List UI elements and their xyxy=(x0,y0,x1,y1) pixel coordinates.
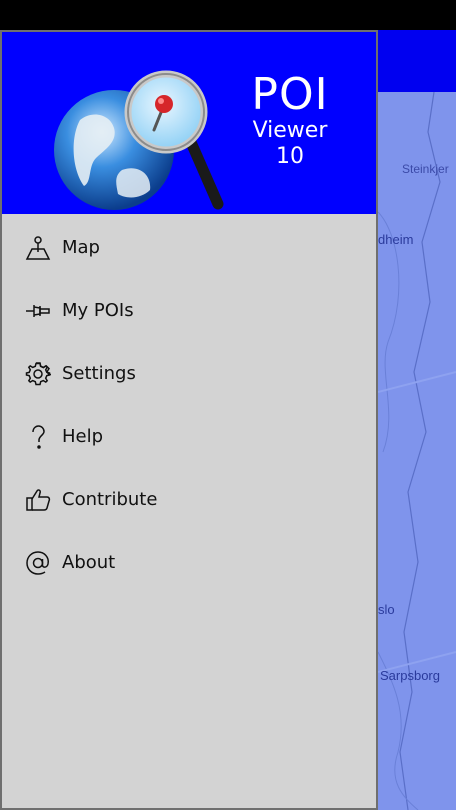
thumbs-up-icon xyxy=(24,486,52,514)
app-title-main: POI xyxy=(251,69,329,120)
map-borders xyxy=(378,92,456,810)
menu-item-label: About xyxy=(62,552,116,573)
map-label-oslo[interactable]: slo xyxy=(378,602,395,617)
menu-item-label: Contribute xyxy=(62,489,158,510)
app-bar xyxy=(378,30,456,92)
map-label-trondheim[interactable]: dheim xyxy=(378,232,413,247)
menu-item-label: My POIs xyxy=(62,300,134,321)
status-bar xyxy=(0,0,456,30)
menu-item-contribute[interactable]: Contribute xyxy=(2,468,376,531)
app-title-line3: 10 xyxy=(276,144,304,169)
menu-item-label: Map xyxy=(62,237,100,258)
app-logo xyxy=(54,70,224,210)
menu-item-my-pois[interactable]: My POIs xyxy=(2,279,376,342)
menu-list: Map My POIs Settings Help Contribute Abo… xyxy=(2,216,376,594)
menu-item-help[interactable]: Help xyxy=(2,405,376,468)
map-label-steinkjer[interactable]: Steinkjer xyxy=(402,162,449,176)
at-icon xyxy=(24,549,52,577)
menu-item-about[interactable]: About xyxy=(2,531,376,594)
menu-item-label: Settings xyxy=(62,363,136,384)
gear-icon xyxy=(24,360,52,388)
menu-item-label: Help xyxy=(62,426,104,447)
menu-item-map[interactable]: Map xyxy=(2,216,376,279)
map-view[interactable]: Steinkjer dheim slo Sarpsborg xyxy=(378,92,456,810)
drawer-header: POI Viewer 10 xyxy=(2,32,376,214)
map-icon xyxy=(24,234,52,262)
menu-item-settings[interactable]: Settings xyxy=(2,342,376,405)
question-icon xyxy=(24,423,52,451)
app-title: POI Viewer 10 xyxy=(234,72,346,170)
navigation-drawer: POI Viewer 10 Map My POIs Settings Help … xyxy=(0,30,378,810)
map-label-sarpsborg[interactable]: Sarpsborg xyxy=(380,668,440,683)
app-title-line2: Viewer xyxy=(252,118,328,143)
pin-icon xyxy=(24,297,52,325)
